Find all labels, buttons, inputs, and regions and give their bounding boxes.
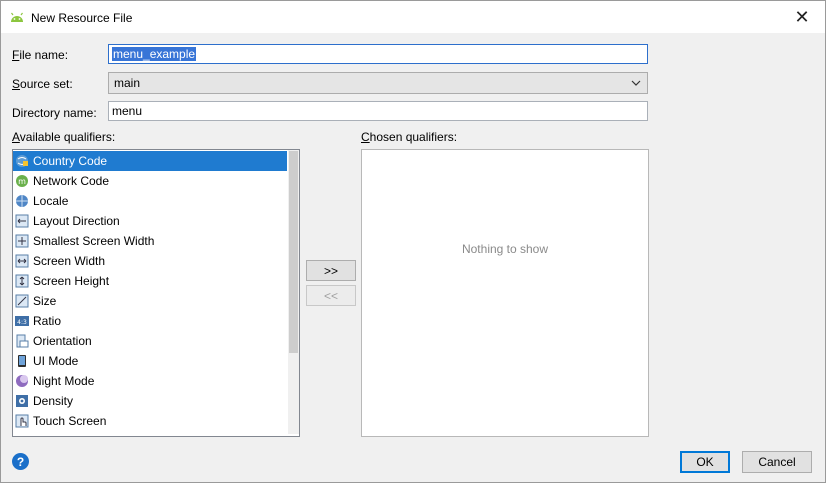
cancel-button[interactable]: Cancel	[742, 451, 812, 473]
list-item-label: Night Mode	[33, 374, 95, 388]
list-item[interactable]: UI Mode	[13, 351, 287, 371]
list-item-label: Ratio	[33, 314, 62, 328]
list-item[interactable]: Country Code	[13, 151, 287, 171]
ok-button[interactable]: OK	[680, 451, 730, 473]
list-item-label: Size	[33, 294, 57, 308]
file-name-input[interactable]: menu_example	[108, 44, 648, 64]
list-item[interactable]: Density	[13, 391, 287, 411]
list-item[interactable]: Size	[13, 291, 287, 311]
ratio-icon: 4:3	[15, 314, 29, 328]
list-item[interactable]: Touch Screen	[13, 411, 287, 431]
ui-mode-icon	[15, 354, 29, 368]
close-button[interactable]: ✕	[779, 1, 825, 33]
list-item-label: Orientation	[33, 334, 92, 348]
source-set-value: main	[114, 76, 141, 90]
list-item-label: Density	[33, 394, 74, 408]
density-icon	[15, 394, 29, 408]
window-title: New Resource File	[31, 11, 133, 25]
remove-qualifier-button[interactable]: <<	[306, 285, 356, 306]
source-set-label-mnemonic: S	[12, 77, 21, 91]
list-item-label: Screen Width	[33, 254, 106, 268]
list-item-label: Smallest Screen Width	[33, 234, 155, 248]
help-icon: ?	[16, 454, 25, 469]
list-item[interactable]: Screen Height	[13, 271, 287, 291]
list-item-label: Touch Screen	[33, 414, 107, 428]
help-button[interactable]: ?	[12, 453, 29, 470]
directory-name-label: Directory name:	[12, 106, 97, 120]
directory-name-input[interactable]: menu	[108, 101, 648, 121]
list-item[interactable]: 4:3 Ratio	[13, 311, 287, 331]
android-icon	[11, 12, 23, 22]
svg-text:4:3: 4:3	[17, 319, 27, 326]
list-item-label: UI Mode	[33, 354, 79, 368]
close-icon: ✕	[794, 6, 810, 27]
scrollbar-thumb[interactable]	[289, 151, 298, 353]
smallest-width-icon	[15, 234, 29, 248]
screen-height-icon	[15, 274, 29, 288]
title-bar[interactable]: New Resource File ✕	[1, 1, 825, 33]
chosen-qualifiers-list[interactable]: Nothing to show	[361, 149, 649, 437]
touch-screen-icon	[15, 414, 29, 428]
available-label-mnemonic: A	[12, 130, 20, 144]
add-qualifier-button[interactable]: >>	[306, 260, 356, 281]
list-item-label: Network Code	[33, 174, 110, 188]
svg-text:m: m	[18, 177, 26, 186]
night-mode-icon	[15, 374, 29, 388]
file-name-value: menu_example	[112, 47, 197, 61]
size-icon	[15, 294, 29, 308]
source-set-select[interactable]: main	[108, 72, 648, 94]
scrollbar[interactable]	[288, 150, 299, 434]
available-qualifiers-label: Available qualifiers:	[12, 130, 115, 144]
list-item-label: Layout Direction	[33, 214, 120, 228]
available-label-text: vailable qualifiers:	[19, 130, 116, 144]
source-set-label-text: ource set:	[20, 77, 73, 91]
globe-icon	[15, 194, 29, 208]
list-item-label: Locale	[33, 194, 69, 208]
chosen-label-text: hosen qualifiers:	[369, 130, 458, 144]
list-item[interactable]: Smallest Screen Width	[13, 231, 287, 251]
file-name-label-text: ile name:	[19, 48, 69, 62]
globe-flag-icon	[15, 154, 29, 168]
list-item[interactable]: Locale	[13, 191, 287, 211]
list-item[interactable]: Layout Direction	[13, 211, 287, 231]
directory-name-value: menu	[112, 104, 143, 118]
layout-direction-icon	[15, 214, 29, 228]
network-icon: m	[15, 174, 29, 188]
list-item[interactable]: Screen Width	[13, 251, 287, 271]
file-name-label: File name:	[12, 48, 68, 62]
list-item-label: Screen Height	[33, 274, 110, 288]
available-qualifiers-list[interactable]: Country Code m Network Code Locale Layout Di…	[12, 149, 300, 437]
screen-width-icon	[15, 254, 29, 268]
orientation-icon	[15, 334, 29, 348]
list-item[interactable]: m Network Code	[13, 171, 287, 191]
empty-state-text: Nothing to show	[461, 242, 549, 256]
chosen-qualifiers-label: Chosen qualifiers:	[361, 130, 457, 144]
source-set-label: Source set:	[12, 77, 73, 91]
list-item-label: Country Code	[33, 154, 108, 168]
chosen-label-mnemonic: C	[361, 130, 370, 144]
list-item[interactable]: Orientation	[13, 331, 287, 351]
dialog-window: New Resource File ✕ File name: menu_exam…	[0, 0, 826, 483]
chevron-down-icon	[631, 80, 641, 86]
list-item[interactable]: Night Mode	[13, 371, 287, 391]
